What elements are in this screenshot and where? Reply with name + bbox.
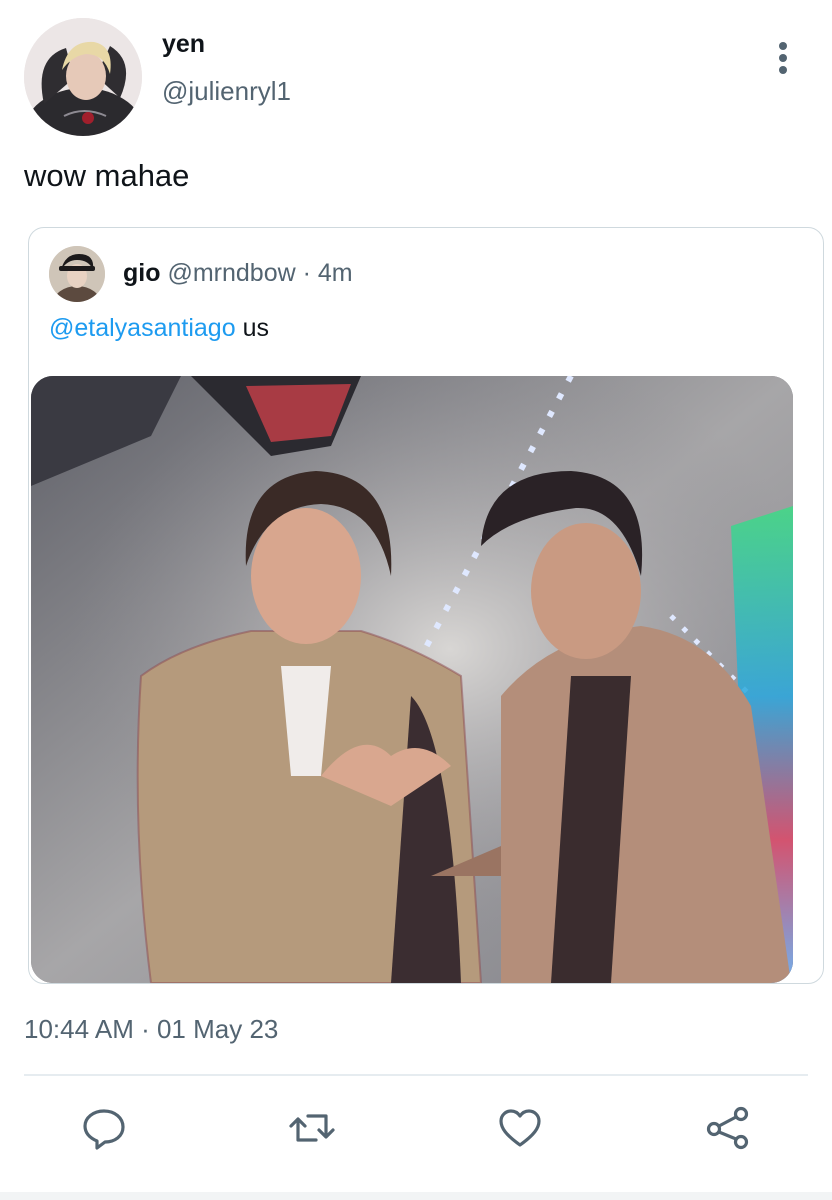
retweet-icon — [289, 1114, 335, 1142]
quoted-author-avatar[interactable] — [49, 246, 105, 302]
quoted-tweet-header: gio @mrndbow · 4m — [123, 259, 353, 288]
quoted-tweet-card[interactable]: gio @mrndbow · 4m @etalyasantiago us — [28, 227, 824, 984]
quoted-author-name[interactable]: gio — [123, 259, 161, 287]
bottom-separator — [0, 1192, 832, 1200]
quoted-tweet-text: @etalyasantiago us — [49, 314, 269, 343]
share-icon — [706, 1106, 749, 1150]
quoted-tweet-photo[interactable] — [31, 376, 793, 983]
author-avatar[interactable] — [24, 18, 142, 136]
quoted-tweet-time[interactable]: 4m — [318, 259, 353, 287]
quoted-tweet-body: us — [242, 314, 269, 342]
stage-photo-image — [31, 376, 793, 983]
more-dots-icon — [779, 42, 787, 50]
tweet-text: wow mahae — [24, 158, 190, 193]
like-button[interactable] — [496, 1104, 544, 1152]
reply-icon — [83, 1109, 125, 1150]
quoted-avatar-image — [49, 246, 105, 302]
action-bar-divider — [24, 1074, 808, 1076]
tweet-timestamp[interactable]: 10:44 AM · 01 May 23 — [24, 1014, 278, 1045]
like-icon — [499, 1109, 541, 1147]
reply-button[interactable] — [80, 1104, 128, 1152]
more-options-button[interactable] — [766, 38, 800, 78]
retweet-button[interactable] — [288, 1104, 336, 1152]
author-name[interactable]: yen — [162, 30, 205, 59]
author-avatar-image — [24, 18, 142, 136]
mention-link[interactable]: @etalyasantiago — [49, 314, 236, 342]
author-handle[interactable]: @julienryl1 — [162, 76, 291, 107]
quoted-author-handle[interactable]: @mrndbow — [167, 259, 295, 287]
share-button[interactable] — [704, 1104, 752, 1152]
header-separator: · — [302, 259, 311, 287]
more-dots-icon — [779, 66, 787, 74]
more-dots-icon — [779, 54, 787, 62]
